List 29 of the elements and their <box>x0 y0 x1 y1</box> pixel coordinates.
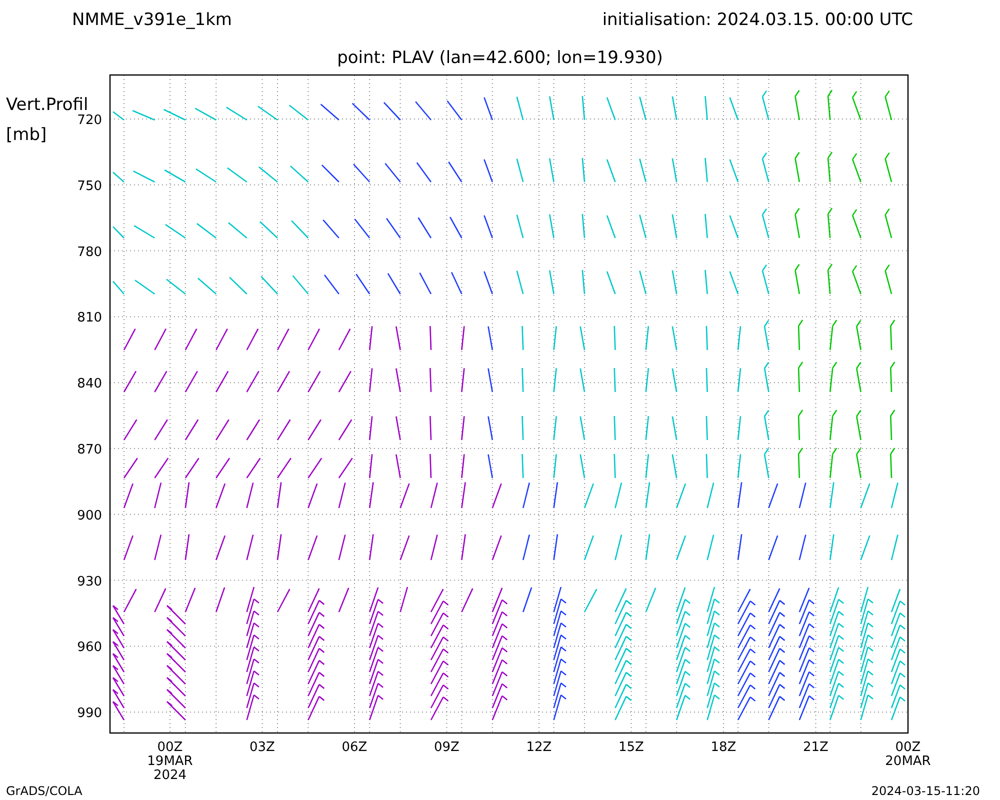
y-tick-label: 750 <box>77 178 102 194</box>
y-tick-label: 870 <box>77 442 102 458</box>
x-tick-label: 06Z <box>342 740 368 755</box>
y-tick-label: 960 <box>77 640 102 656</box>
y-tick-label: 930 <box>77 574 102 590</box>
y-axis-unit: [mb] <box>6 125 47 145</box>
x-tick-label: 00Z <box>895 740 921 755</box>
x-tick-date: 19MAR <box>147 754 193 769</box>
y-tick-label: 900 <box>77 508 102 524</box>
x-tick-label: 09Z <box>434 740 460 755</box>
x-tick-label: 21Z <box>803 740 828 755</box>
software-credit: GrADS/COLA <box>6 784 82 798</box>
x-tick-year: 2024 <box>153 768 187 783</box>
initialisation-time: initialisation: 2024.03.15. 00:00 UTC <box>602 10 913 30</box>
point-subtitle: point: PLAV (lan=42.600; lon=19.930) <box>337 48 663 68</box>
x-tick-label: 15Z <box>618 740 644 755</box>
chart-title: NMME_v391e_1km <box>72 10 232 30</box>
y-tick-label: 720 <box>77 113 102 128</box>
x-tick-label: 03Z <box>250 740 275 755</box>
y-axis-label: Vert.Profil <box>6 95 88 115</box>
y-tick-label: 840 <box>77 376 102 392</box>
x-tick-label: 12Z <box>526 740 552 755</box>
generation-time: 2024-03-15-11:20 <box>871 784 980 798</box>
x-tick-label: 00Z <box>157 740 183 755</box>
y-tick-label: 990 <box>77 706 102 722</box>
y-tick-label: 780 <box>77 244 102 260</box>
x-tick-date: 20MAR <box>885 754 931 769</box>
x-tick-label: 18Z <box>710 740 736 755</box>
y-tick-label: 810 <box>77 310 102 326</box>
